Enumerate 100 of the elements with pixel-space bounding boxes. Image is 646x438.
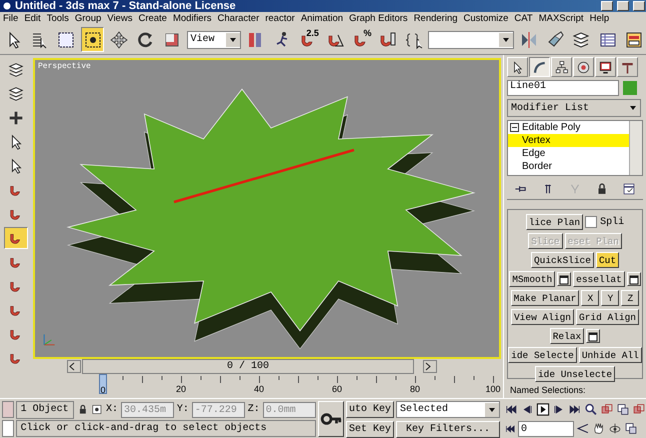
- checkbox[interactable]: Spli: [585, 216, 624, 228]
- menu-item[interactable]: CAT: [514, 12, 533, 25]
- skip-start-icon: [504, 422, 516, 434]
- settings-button[interactable]: [586, 329, 600, 343]
- object-name-field[interactable]: Line01: [507, 80, 619, 96]
- play-icon: [536, 402, 550, 417]
- playback-button[interactable]: [536, 401, 550, 418]
- command-button[interactable]: essellat: [573, 271, 625, 287]
- playback-button[interactable]: [584, 401, 598, 418]
- layers-icon: [6, 61, 24, 79]
- chevron-right-icon: [424, 362, 432, 371]
- modifier-list-dropdown[interactable]: Modifier List: [507, 99, 641, 117]
- menu-item[interactable]: Create: [138, 12, 167, 25]
- set-key-button[interactable]: Set Key: [346, 421, 394, 438]
- command-button[interactable]: ide Selecte: [508, 347, 577, 363]
- view-dropdown[interactable]: View: [186, 30, 241, 48]
- time-marker[interactable]: 0: [99, 374, 107, 394]
- command-button[interactable]: lice Plan: [526, 214, 584, 230]
- window-title: Untitled - 3ds max 7 - Stand-alone License: [15, 0, 237, 12]
- toolbar-button[interactable]: [81, 27, 104, 52]
- command-button[interactable]: Relax: [550, 328, 584, 344]
- menu-item[interactable]: Character: [218, 12, 260, 25]
- command-button[interactable]: X: [581, 290, 600, 306]
- viewport-label: Perspective: [38, 62, 91, 71]
- chevron-left-icon: [68, 362, 76, 371]
- command-button[interactable]: Y: [601, 290, 620, 306]
- expand-toggle-icon[interactable]: [510, 123, 519, 132]
- auto-key-button[interactable]: uto Key: [346, 401, 394, 418]
- panel-icon: [624, 30, 644, 50]
- panel-tab[interactable]: [529, 57, 550, 77]
- tool-button[interactable]: [4, 227, 28, 249]
- stack-subitem[interactable]: Edge: [508, 147, 629, 160]
- menu-item[interactable]: Group: [74, 12, 102, 25]
- layers-icon: [571, 30, 592, 50]
- next-frame-button[interactable]: [423, 360, 437, 373]
- scrollbar[interactable]: [629, 121, 642, 175]
- frame-field[interactable]: 0: [518, 420, 574, 436]
- selection-count: 1 Object: [16, 400, 74, 418]
- key-button[interactable]: [318, 401, 344, 437]
- monitor-icon: [598, 60, 613, 74]
- settings-button[interactable]: [626, 272, 641, 286]
- target-icon: [91, 403, 103, 416]
- stack-subitem[interactable]: Border: [508, 160, 629, 173]
- menu-item[interactable]: MAXScript: [538, 12, 584, 25]
- command-button[interactable]: QuickSlice: [530, 252, 594, 268]
- menu-item[interactable]: Views: [107, 12, 132, 25]
- toolbar-button[interactable]: %: [349, 27, 373, 52]
- layers-icon: [6, 85, 24, 103]
- menu-item[interactable]: Customize: [464, 12, 508, 25]
- command-button[interactable]: Make Planar: [510, 290, 580, 306]
- timeline-label: 40: [254, 384, 264, 394]
- previous-frame-button[interactable]: [67, 360, 81, 373]
- key-filters-button[interactable]: Key Filters...: [396, 421, 500, 438]
- menu-item[interactable]: Help: [590, 12, 610, 25]
- color-swatch: [2, 420, 14, 437]
- app-logo-icon: [2, 1, 12, 11]
- status-prompt: Click or click-and-drag to select objects: [16, 420, 316, 437]
- command-button[interactable]: Z: [621, 290, 640, 306]
- hand-icon: [592, 421, 606, 436]
- timeline-label: 60: [332, 384, 342, 394]
- hierarchy-icon: [554, 60, 569, 74]
- magnifier-icon: [584, 402, 598, 417]
- menu-item[interactable]: File: [3, 12, 18, 25]
- axis-label: Z:: [248, 404, 260, 415]
- orbit-icon: [608, 421, 622, 436]
- maximize-button[interactable]: [617, 1, 629, 11]
- config-icon: [622, 182, 636, 196]
- dashed-rect-icon: [56, 30, 76, 50]
- window-icon: [624, 421, 638, 436]
- command-button[interactable]: View Align: [510, 309, 574, 325]
- section-label: Named Selections:: [510, 385, 586, 395]
- command-button[interactable]: ide Unselecte: [534, 366, 616, 382]
- menu-item[interactable]: reactor: [265, 12, 295, 25]
- window-icon: [616, 402, 630, 417]
- menu-item[interactable]: Animation: [300, 12, 344, 25]
- menu-item[interactable]: Modifiers: [172, 12, 212, 25]
- menu-item[interactable]: Rendering: [414, 12, 458, 25]
- axis-icon: [41, 332, 57, 348]
- timeline-label: 20: [176, 384, 186, 394]
- frame-counter[interactable]: 0 / 100: [82, 359, 414, 374]
- close-button[interactable]: [633, 1, 645, 11]
- selection-set-dropdown[interactable]: [428, 30, 514, 48]
- toolbar-button[interactable]: 2.5: [296, 27, 320, 52]
- command-button[interactable]: MSmooth: [509, 271, 556, 287]
- menu-item[interactable]: Tools: [46, 12, 69, 25]
- axis-label: Y:: [176, 404, 189, 415]
- minimize-button[interactable]: [601, 1, 613, 11]
- stack-subitem[interactable]: Vertex: [508, 134, 629, 147]
- command-button[interactable]: Grid Align: [576, 309, 640, 325]
- timeline-label: 100: [485, 384, 501, 394]
- menu-item[interactable]: Graph Editors: [349, 12, 408, 25]
- command-button[interactable]: Cut: [596, 252, 620, 268]
- key-mode-dropdown[interactable]: Selected: [396, 401, 500, 418]
- command-button[interactable]: Unhide All: [578, 347, 642, 363]
- stack-item[interactable]: Editable Poly: [508, 121, 629, 134]
- move-icon: [109, 30, 130, 50]
- settings-button[interactable]: [557, 272, 572, 286]
- menu-item[interactable]: Edit: [24, 12, 41, 25]
- object-color-swatch[interactable]: [623, 81, 637, 95]
- timeline-label: 80: [410, 384, 420, 394]
